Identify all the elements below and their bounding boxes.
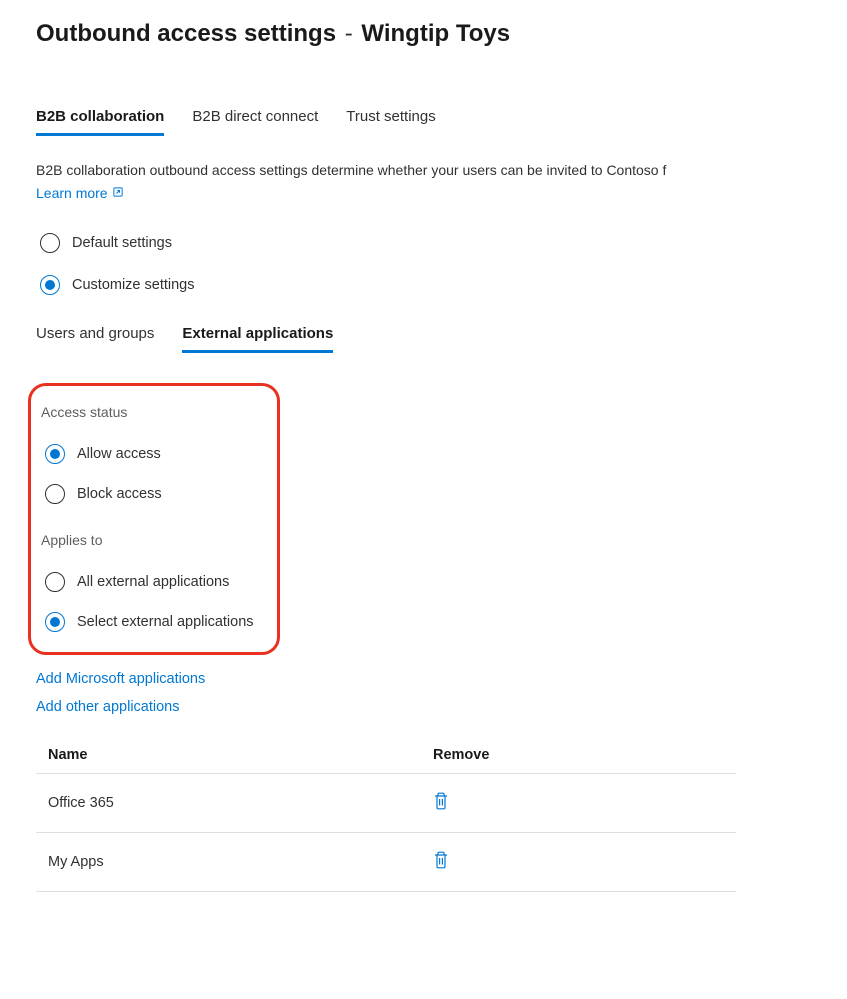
title-prefix: Outbound access settings [36,20,336,47]
learn-more-label: Learn more [36,185,108,201]
radio-label: Select external applications [77,614,254,630]
radio-icon [40,233,60,253]
radio-block-access[interactable]: Block access [45,484,263,504]
radio-icon [45,572,65,592]
settings-mode-group: Default settings Customize settings [40,233,811,295]
tab-trust-settings[interactable]: Trust settings [346,108,435,136]
radio-select-external-applications[interactable]: Select external applications [45,612,263,632]
radio-default-settings[interactable]: Default settings [40,233,811,253]
applies-to-group: All external applications Select externa… [45,572,263,632]
highlight-annotation: Access status Allow access Block access … [28,383,280,655]
table-row: Office 365 [36,773,736,832]
radio-customize-settings[interactable]: Customize settings [40,275,811,295]
radio-icon [40,275,60,295]
column-header-name[interactable]: Name [36,737,421,774]
access-status-label: Access status [41,404,263,420]
add-application-links: Add Microsoft applications Add other app… [36,671,811,715]
trash-icon [433,792,449,810]
tab-label: B2B direct connect [192,108,318,125]
table-row: My Apps [36,832,736,891]
external-link-icon [112,185,124,201]
delete-button[interactable] [433,792,449,810]
radio-icon [45,484,65,504]
radio-allow-access[interactable]: Allow access [45,444,263,464]
access-status-group: Allow access Block access [45,444,263,504]
add-other-applications-link[interactable]: Add other applications [36,699,811,715]
organization-name: Wingtip Toys [361,20,510,47]
radio-all-external-applications[interactable]: All external applications [45,572,263,592]
trash-icon [433,851,449,869]
subtab-users-and-groups[interactable]: Users and groups [36,325,154,353]
tab-b2b-direct-connect[interactable]: B2B direct connect [192,108,318,136]
radio-label: Allow access [77,446,161,462]
title-separator: - [345,20,353,47]
main-tabs: B2B collaboration B2B direct connect Tru… [36,108,811,137]
tab-b2b-collaboration[interactable]: B2B collaboration [36,108,164,136]
subtab-label: Users and groups [36,325,154,342]
radio-icon [45,444,65,464]
app-name-cell: Office 365 [36,773,421,832]
radio-icon [45,612,65,632]
tab-label: B2B collaboration [36,108,164,125]
delete-button[interactable] [433,851,449,869]
applies-to-label: Applies to [41,532,263,548]
sub-tabs: Users and groups External applications [36,325,811,353]
radio-label: Customize settings [72,277,195,293]
app-name-cell: My Apps [36,832,421,891]
radio-label: Block access [77,486,162,502]
applications-table: Name Remove Office 365 My Apps [36,737,736,892]
tab-label: Trust settings [346,108,435,125]
subtab-external-applications[interactable]: External applications [182,325,333,353]
add-microsoft-applications-link[interactable]: Add Microsoft applications [36,671,811,687]
radio-label: Default settings [72,235,172,251]
subtab-label: External applications [182,325,333,342]
radio-label: All external applications [77,574,229,590]
page-title: Outbound access settings - Wingtip Toys [36,20,811,48]
column-header-remove[interactable]: Remove [421,737,736,774]
learn-more-link[interactable]: Learn more [36,185,124,201]
description-text: B2B collaboration outbound access settin… [36,161,811,181]
